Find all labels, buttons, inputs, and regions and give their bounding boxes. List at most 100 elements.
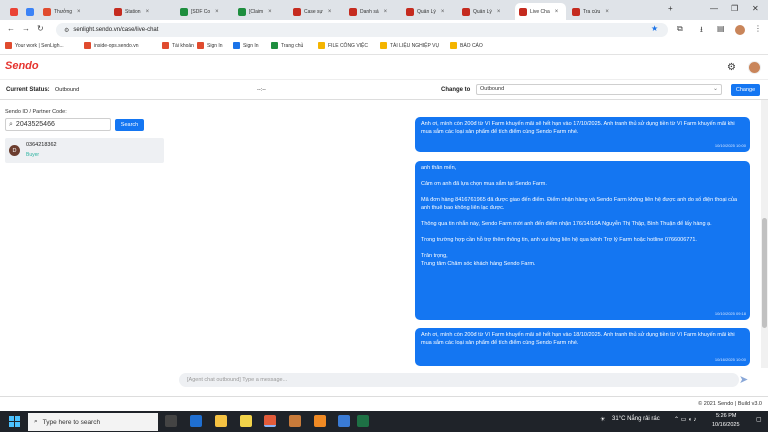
system-tray-icons[interactable]: ⌃ ▭ ◖ ♪ (674, 416, 696, 423)
download-icon[interactable]: ⭳ (700, 24, 703, 38)
sheet-icon (238, 7, 246, 16)
bookmark-label: Trang chủ (281, 42, 304, 49)
message-input[interactable]: [Agent chat outbound] Type a message... (179, 373, 739, 387)
close-tab-icon[interactable]: × (555, 9, 559, 15)
status-select-value: Outbound (480, 86, 505, 92)
message-bubble: Anh ơi, mình còn 200đ từ Ví Farm khuyến … (415, 328, 750, 366)
close-tab-icon[interactable]: × (328, 9, 332, 15)
windows-start-icon[interactable] (9, 416, 20, 427)
close-tab-icon[interactable]: × (384, 9, 388, 15)
browser-tab[interactable]: Thưởng × (39, 3, 108, 20)
browser-tab-label: [SDF Co (191, 8, 211, 15)
message-time: 10/10/2025 09:18 (714, 311, 746, 317)
messenger-icon (26, 7, 34, 16)
maximize-icon[interactable]: ❐ (731, 4, 738, 13)
browser-menu-icon[interactable]: ⋮ (754, 24, 762, 33)
browser-tab[interactable]: Quản Lý × (402, 3, 456, 20)
status-timer: --:-- (257, 87, 266, 93)
profile-avatar[interactable] (735, 25, 745, 35)
close-tab-icon[interactable]: × (268, 9, 272, 15)
browser-tab-label: Quản Lý (417, 8, 436, 15)
app-header (0, 56, 768, 80)
reload-icon[interactable]: ↻ (37, 24, 44, 33)
edge-icon[interactable] (190, 415, 202, 427)
search-button[interactable]: Search (115, 119, 144, 131)
sticky-notes-icon[interactable] (240, 415, 252, 427)
sheet-icon (180, 7, 188, 16)
taskbar-search-placeholder: Type here to search (42, 418, 101, 426)
new-tab-button[interactable]: + (668, 4, 673, 13)
app-icon[interactable] (338, 415, 350, 427)
browser-tab[interactable] (22, 3, 37, 20)
change-button[interactable]: Change (731, 84, 760, 96)
bookmark-icon (84, 42, 91, 49)
browser-tab-label: [Claim (249, 8, 264, 15)
message-text: Anh ơi, mình còn 200đ từ Ví Farm khuyến … (421, 332, 735, 346)
bookmark-item[interactable]: Trang chủ (271, 42, 303, 49)
back-icon[interactable]: ← (7, 24, 15, 33)
user-avatar[interactable] (748, 61, 761, 74)
sidepanel-icon[interactable]: ▤ (717, 24, 725, 33)
browser-tab[interactable]: Case sự × (289, 3, 343, 20)
task-view-icon[interactable] (165, 415, 177, 427)
browser-tab[interactable]: Live Cha × (515, 3, 566, 20)
message-time: 10/16/2025 10:00 (714, 357, 746, 363)
bookmark-item[interactable]: Tài khoản (162, 42, 194, 49)
close-window-icon[interactable]: ✕ (752, 4, 759, 13)
sendo-id-input[interactable]: ⌕ 2043525466 (5, 118, 111, 131)
bookmark-item[interactable]: BÁO CÁO (450, 42, 483, 49)
close-tab-icon[interactable]: × (77, 9, 81, 15)
weather-icon[interactable]: ☀ (600, 416, 605, 423)
close-tab-icon[interactable]: × (441, 9, 445, 15)
chat-scroll-thumb[interactable] (762, 218, 767, 328)
bookmark-item[interactable]: Your work | SenLigh... (5, 42, 64, 49)
browser-tab[interactable]: [SDF Co × (176, 3, 232, 20)
app-icon[interactable] (314, 415, 326, 427)
current-status-label: Current Status: (6, 87, 50, 93)
station-icon (406, 7, 414, 16)
chrome-icon[interactable] (264, 415, 276, 427)
station-icon (519, 7, 527, 16)
site-info-icon[interactable]: ⚙ (64, 27, 69, 34)
send-icon[interactable]: ➤ (739, 373, 748, 386)
extensions-icon[interactable]: ⧉ (677, 24, 683, 34)
clock-date[interactable]: 10/16/2025 (712, 422, 740, 428)
browser-tab[interactable]: Station × (110, 3, 174, 20)
minimize-icon[interactable]: — (710, 4, 718, 13)
app-icon[interactable] (289, 415, 301, 427)
forward-icon[interactable]: → (22, 24, 30, 33)
close-tab-icon[interactable]: × (146, 9, 150, 15)
url-text: senlight.sendo.vn/case/live-chat (73, 27, 159, 33)
sendo-id-label: Sendo ID / Partner Code: (5, 109, 67, 115)
status-select[interactable]: Outbound ⌄ (476, 84, 722, 95)
bookmark-item[interactable]: Sign In (197, 42, 223, 49)
notification-icon[interactable]: ▢ (756, 416, 762, 423)
browser-tab[interactable]: Quản Lý × (458, 3, 513, 20)
close-tab-icon[interactable]: × (215, 9, 219, 15)
address-bar[interactable]: ⚙ senlight.sendo.vn/case/live-chat (56, 23, 668, 37)
taskbar-search[interactable]: ⌕ Type here to search (28, 413, 158, 431)
excel-icon[interactable] (357, 415, 369, 427)
bookmark-item[interactable]: FILE CÔNG VIỆC (318, 42, 368, 49)
file-explorer-icon[interactable] (215, 415, 227, 427)
weather-text[interactable]: 31°C Nắng rải rác (612, 416, 660, 422)
bookmark-star-icon[interactable]: ★ (651, 24, 658, 33)
contact-list-item[interactable]: D 0364218362 Buyer (5, 138, 164, 163)
bookmark-item[interactable]: Sign In (233, 42, 259, 49)
bookmark-item[interactable]: inside-ops.sendo.vn (84, 42, 138, 49)
browser-tab[interactable]: [Claim × (234, 3, 287, 20)
gear-icon[interactable]: ⚙ (727, 62, 736, 73)
clock-time[interactable]: 5:26 PM (716, 413, 736, 419)
browser-tab[interactable]: Tra cứu × (568, 3, 611, 20)
browser-tab-label: Danh sá (360, 8, 379, 15)
bookmark-icon (5, 42, 12, 49)
bookmark-label: BÁO CÁO (460, 42, 483, 49)
close-tab-icon[interactable]: × (497, 9, 501, 15)
message-time: 10/10/2025 10:00 (714, 143, 746, 149)
browser-tab[interactable] (6, 3, 20, 20)
bookmark-label: Sign In (243, 42, 259, 49)
close-tab-icon[interactable]: × (605, 9, 609, 15)
browser-tab[interactable]: Danh sá × (345, 3, 400, 20)
bookmark-item[interactable]: TÀI LIỆU NGHIỆP VỤ (380, 42, 439, 49)
sendo-logo[interactable]: Sendo (5, 60, 39, 72)
